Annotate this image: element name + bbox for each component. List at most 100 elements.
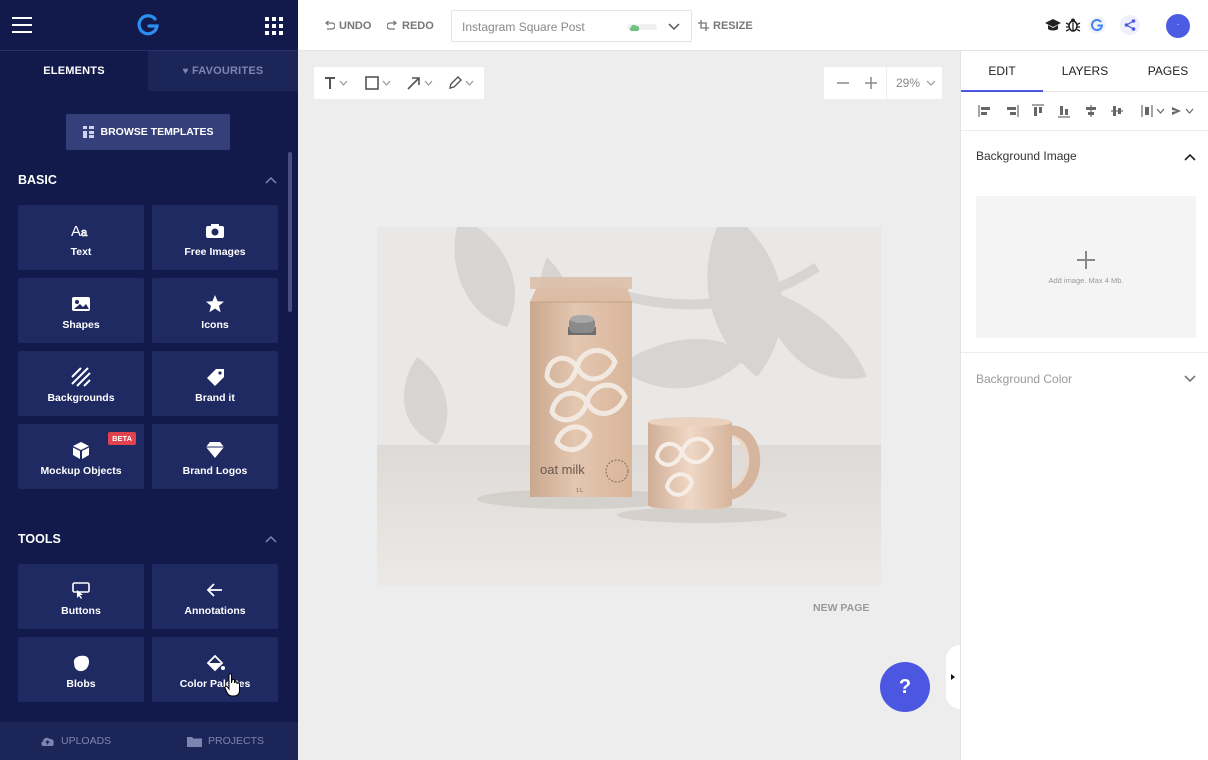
redo-button[interactable]: REDO xyxy=(387,0,434,51)
tab-pages[interactable]: PAGES xyxy=(1127,51,1208,92)
tab-elements[interactable]: ELEMENTS xyxy=(0,51,148,91)
tile-free-images[interactable]: Free Images xyxy=(152,205,278,270)
cube-icon xyxy=(73,442,89,459)
zoom-level[interactable]: 29% xyxy=(896,76,920,90)
beta-badge: BETA xyxy=(108,432,136,445)
apps-grid-icon[interactable] xyxy=(265,17,283,35)
tile-text[interactable]: Aa Text xyxy=(18,205,144,270)
app-root: ELEMENTS ♥ FAVOURITES BROWSE TEMPLATES B… xyxy=(0,0,1208,760)
sidebar-scrollbar[interactable] xyxy=(288,152,292,312)
align-bottom-icon[interactable] xyxy=(1057,104,1071,118)
chevron-down-icon[interactable] xyxy=(926,79,936,87)
pen-tool[interactable] xyxy=(448,73,474,93)
share-icon[interactable] xyxy=(1120,15,1140,35)
resize-icon xyxy=(698,20,709,31)
zoom-in-icon[interactable] xyxy=(862,73,880,93)
camera-icon xyxy=(206,224,224,238)
cloud-saved-icon xyxy=(627,24,657,31)
tile-label: Annotations xyxy=(184,605,246,617)
tile-buttons[interactable]: Buttons xyxy=(18,564,144,629)
tab-edit[interactable]: EDIT xyxy=(961,51,1043,92)
redo-label: REDO xyxy=(402,19,434,32)
chevron-down-icon xyxy=(424,80,433,86)
align-left-icon[interactable] xyxy=(978,104,992,118)
align-center-vertical-icon[interactable] xyxy=(1110,104,1124,118)
tile-brand-logos[interactable]: Brand Logos xyxy=(152,424,278,489)
tile-brand-it[interactable]: Brand it xyxy=(152,351,278,416)
user-avatar[interactable]: · xyxy=(1166,14,1190,38)
browse-templates-button[interactable]: BROWSE TEMPLATES xyxy=(66,114,230,150)
uploads-button[interactable]: UPLOADS xyxy=(40,722,111,760)
arrow-tool[interactable] xyxy=(407,73,433,93)
background-image-heading[interactable]: Background Image xyxy=(976,149,1077,163)
tile-icons[interactable]: Icons xyxy=(152,278,278,343)
right-panel: EDIT LAYERS PAGES Background Image Add i… xyxy=(960,51,1208,760)
align-center-horizontal-icon[interactable] xyxy=(1084,104,1098,118)
tile-mockup-objects[interactable]: BETA Mockup Objects xyxy=(18,424,144,489)
new-page-button[interactable]: NEW PAGE xyxy=(813,602,869,614)
tile-color-palettes[interactable]: Color Palettes xyxy=(152,637,278,702)
collapse-right-panel-handle[interactable] xyxy=(946,645,960,709)
tile-backgrounds[interactable]: Backgrounds xyxy=(18,351,144,416)
tile-label: Mockup Objects xyxy=(40,465,122,477)
tile-blobs[interactable]: Blobs xyxy=(18,637,144,702)
chevron-up-icon[interactable] xyxy=(265,535,277,543)
browse-templates-label: BROWSE TEMPLATES xyxy=(100,126,214,138)
sidebar-bottom-bar: UPLOADS PROJECTS xyxy=(0,722,298,760)
chevron-up-icon[interactable] xyxy=(1184,153,1196,161)
projects-label: PROJECTS xyxy=(208,735,265,747)
zoom-divider xyxy=(886,67,887,99)
chevron-down-icon xyxy=(382,80,391,86)
help-button[interactable]: ? xyxy=(880,662,930,712)
menu-icon[interactable] xyxy=(12,17,32,33)
tile-label: Backgrounds xyxy=(47,392,115,404)
send-dropdown-icon[interactable] xyxy=(1171,104,1197,118)
arrow-left-icon xyxy=(206,583,222,597)
top-toolbar: UNDO REDO RESIZE · xyxy=(298,0,1208,51)
arrow-diagonal-icon xyxy=(407,77,420,90)
zoom-out-icon[interactable] xyxy=(834,73,852,93)
background-color-heading[interactable]: Background Color xyxy=(976,372,1072,386)
tile-label: Shapes xyxy=(62,319,100,331)
distribute-dropdown-icon[interactable] xyxy=(1141,104,1167,118)
app-logo-icon[interactable] xyxy=(136,13,160,37)
align-top-icon[interactable] xyxy=(1031,104,1045,118)
projects-button[interactable]: PROJECTS xyxy=(187,722,264,760)
align-right-icon[interactable] xyxy=(1005,104,1019,118)
graduation-cap-icon[interactable] xyxy=(1044,16,1062,34)
tab-layers[interactable]: LAYERS xyxy=(1043,51,1127,92)
resize-button[interactable]: RESIZE xyxy=(698,0,753,51)
tab-favourites[interactable]: ♥ FAVOURITES xyxy=(148,51,298,91)
undo-label: UNDO xyxy=(339,19,372,32)
tile-label: Free Images xyxy=(184,246,246,258)
cloud-upload-icon xyxy=(41,737,54,746)
text-icon: Aa xyxy=(71,223,88,240)
carton-label: oat milk xyxy=(540,462,585,477)
star-icon xyxy=(206,295,224,313)
chevron-down-icon xyxy=(465,80,474,86)
carton-volume: 1 L xyxy=(576,488,583,494)
hand-cursor-icon xyxy=(224,673,240,697)
paint-bucket-icon xyxy=(206,654,225,672)
tile-annotations[interactable]: Annotations xyxy=(152,564,278,629)
tile-label: Text xyxy=(70,246,92,258)
chevron-down-icon[interactable] xyxy=(668,21,680,31)
text-t-icon xyxy=(325,76,335,89)
background-image-dropzone[interactable]: Add image. Max 4 Mb. xyxy=(976,196,1196,338)
tile-shapes[interactable]: Shapes xyxy=(18,278,144,343)
undo-button[interactable]: UNDO xyxy=(324,0,371,51)
cursor-button-icon xyxy=(72,582,90,599)
google-icon[interactable] xyxy=(1088,16,1106,34)
redo-icon xyxy=(387,20,398,30)
stripes-icon xyxy=(71,367,91,387)
text-tool[interactable] xyxy=(324,73,348,93)
chevron-up-icon[interactable] xyxy=(265,176,277,184)
shape-tool[interactable] xyxy=(365,73,391,93)
chevron-down-icon[interactable] xyxy=(1184,375,1196,383)
svg-text:A: A xyxy=(71,223,81,240)
document-name-input[interactable] xyxy=(462,18,612,36)
bug-icon[interactable] xyxy=(1064,16,1082,34)
upload-hint: Add image. Max 4 Mb. xyxy=(1048,276,1124,285)
left-sidebar: ELEMENTS ♥ FAVOURITES BROWSE TEMPLATES B… xyxy=(0,0,298,760)
design-page[interactable]: oat milk 1 L xyxy=(377,227,881,586)
